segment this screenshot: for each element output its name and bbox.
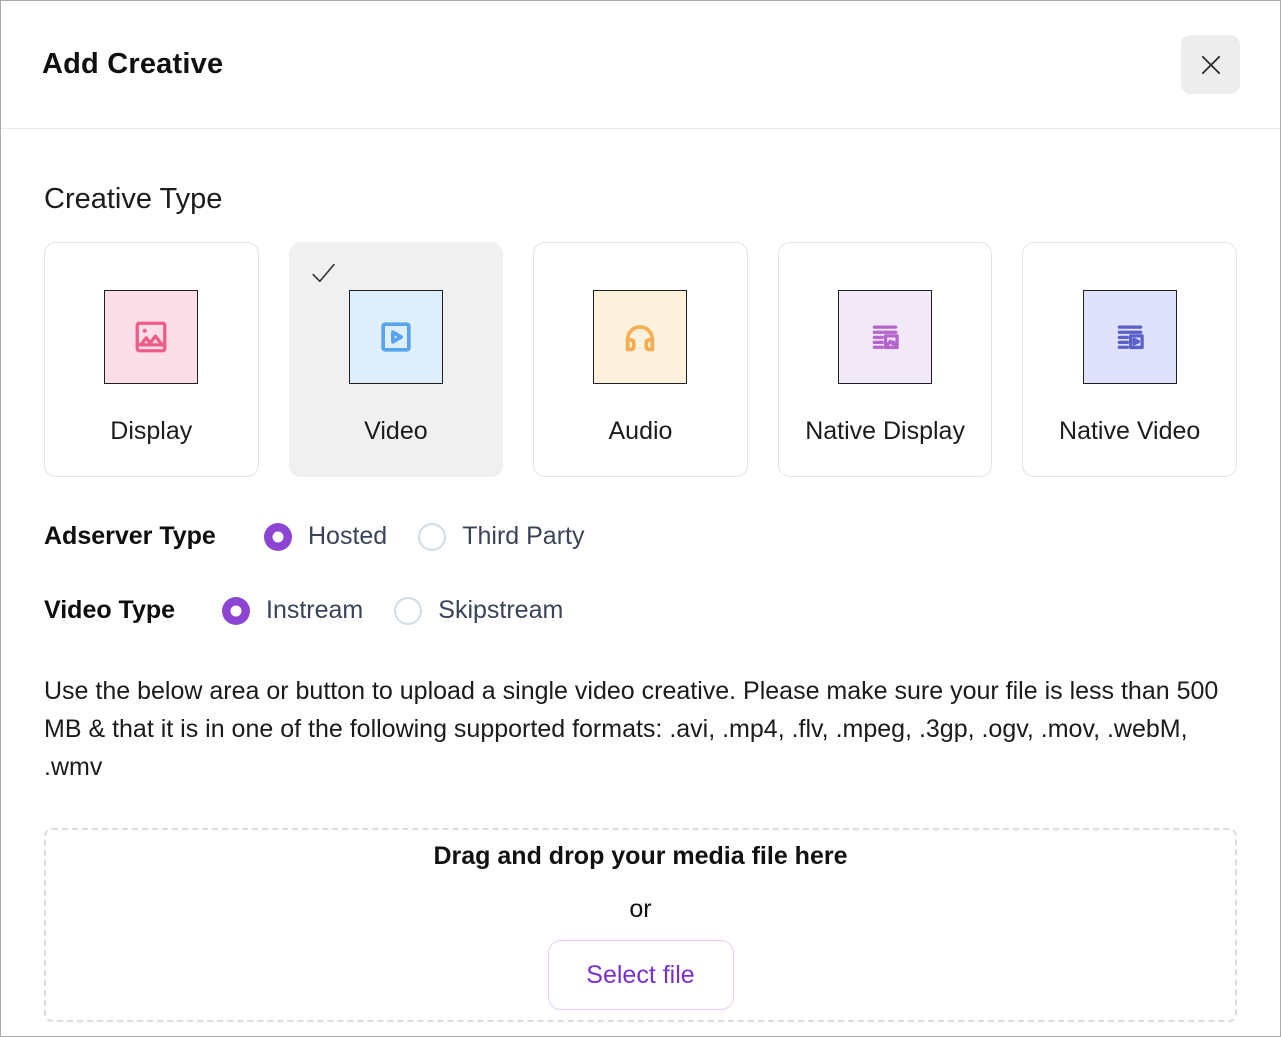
dropzone-or-text: or — [46, 894, 1235, 924]
video-type-row: Video Type Instream Skipstream — [44, 596, 1237, 625]
select-file-button[interactable]: Select file — [548, 940, 734, 1010]
card-label: Display — [110, 417, 192, 446]
radio-label: Hosted — [308, 522, 387, 551]
card-audio[interactable]: Audio — [533, 242, 748, 477]
video-icon-box — [349, 290, 443, 384]
card-native-display[interactable]: Native Display — [778, 242, 993, 477]
native-display-icon-box — [838, 290, 932, 384]
headphones-icon — [618, 315, 662, 359]
native-video-icon-box — [1083, 290, 1177, 384]
radio-label: Skipstream — [438, 596, 563, 625]
file-dropzone[interactable]: Drag and drop your media file here or Se… — [44, 828, 1237, 1022]
card-label: Native Display — [805, 417, 965, 446]
display-icon-box — [104, 290, 198, 384]
upload-instructions: Use the below area or button to upload a… — [44, 672, 1237, 786]
radio-option-instream[interactable]: Instream — [222, 596, 363, 625]
modal-header: Add Creative — [1, 1, 1280, 129]
video-type-label: Video Type — [44, 596, 222, 625]
dropzone-text: Drag and drop your media file here — [46, 841, 1235, 871]
audio-icon-box — [593, 290, 687, 384]
adserver-type-row: Adserver Type Hosted Third Party — [44, 522, 1237, 551]
modal-title: Add Creative — [42, 48, 223, 81]
add-creative-modal: Add Creative Creative Type — [0, 0, 1281, 1037]
radio-option-skipstream[interactable]: Skipstream — [394, 596, 563, 625]
radio-selected-icon[interactable] — [264, 523, 292, 551]
close-button[interactable] — [1181, 35, 1240, 94]
card-native-video[interactable]: Native Video — [1022, 242, 1237, 477]
radio-label: Instream — [266, 596, 363, 625]
card-video[interactable]: Video — [289, 242, 504, 477]
article-video-icon — [1108, 315, 1152, 359]
close-icon — [1197, 51, 1225, 79]
radio-unselected-icon[interactable] — [418, 523, 446, 551]
radio-option-hosted[interactable]: Hosted — [264, 522, 387, 551]
radio-unselected-icon[interactable] — [394, 597, 422, 625]
card-label: Video — [364, 417, 428, 446]
image-icon — [129, 315, 173, 359]
card-label: Audio — [609, 417, 673, 446]
article-image-icon — [863, 315, 907, 359]
radio-selected-icon[interactable] — [222, 597, 250, 625]
video-play-icon — [374, 315, 418, 359]
card-label: Native Video — [1059, 417, 1200, 446]
checkmark-icon — [310, 260, 337, 287]
radio-label: Third Party — [462, 522, 584, 551]
card-display[interactable]: Display — [44, 242, 259, 477]
creative-type-heading: Creative Type — [44, 183, 1237, 216]
creative-type-cards: Display Video — [44, 242, 1237, 477]
radio-option-third-party[interactable]: Third Party — [418, 522, 584, 551]
adserver-type-label: Adserver Type — [44, 522, 264, 551]
modal-body: Creative Type Display — [1, 183, 1280, 1022]
